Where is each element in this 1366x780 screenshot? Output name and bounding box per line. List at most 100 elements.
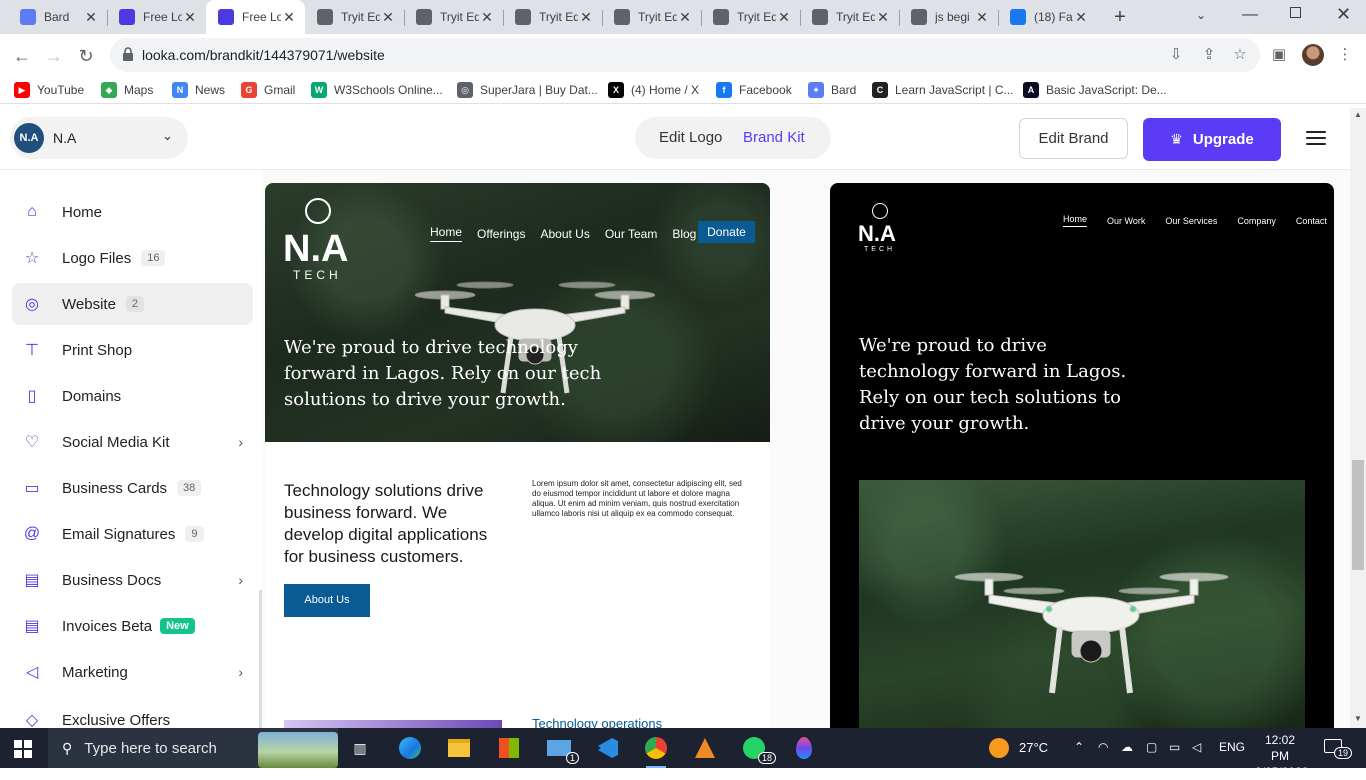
about-us-button[interactable]: About Us <box>284 584 370 617</box>
close-tab-icon[interactable]: ✕ <box>380 9 396 25</box>
browser-tab[interactable]: Tryit Ed ✕ <box>602 0 701 34</box>
bookmark-item[interactable]: N News <box>172 81 225 99</box>
edge-icon[interactable] <box>396 734 424 762</box>
task-view-icon[interactable]: ▥ <box>346 734 374 762</box>
site-nav-item[interactable]: Company <box>1237 216 1276 226</box>
site-nav-item[interactable]: Our Services <box>1165 216 1217 226</box>
browser-tab[interactable]: Free Lo ✕ <box>206 0 305 34</box>
sidebar-item-home[interactable]: ⌂ Home <box>12 191 253 233</box>
volume-icon[interactable]: ◁ <box>1192 740 1201 754</box>
close-tab-icon[interactable]: ✕ <box>578 9 594 25</box>
browser-tab[interactable]: Tryit Ed ✕ <box>800 0 899 34</box>
website-preview-2[interactable]: N.A TECH Home Our Work Our Services Company… <box>830 183 1334 728</box>
browser-tab[interactable]: Tryit Ed ✕ <box>404 0 503 34</box>
close-tab-icon[interactable]: ✕ <box>1073 9 1089 25</box>
store-icon[interactable] <box>495 734 523 762</box>
battery-icon[interactable]: ▭ <box>1169 740 1180 754</box>
browser-tab[interactable]: js begi ✕ <box>899 0 998 34</box>
tab-search-icon[interactable]: ⌄ <box>1196 8 1206 22</box>
close-window-button[interactable]: ✕ <box>1336 4 1351 25</box>
chrome-icon[interactable] <box>642 734 670 768</box>
bookmark-item[interactable]: f Facebook <box>716 81 792 99</box>
browser-tab[interactable]: Tryit Ed ✕ <box>305 0 404 34</box>
sidebar-item-website[interactable]: ◎ Website 2 <box>12 283 253 325</box>
wifi-icon[interactable]: ◠ <box>1098 740 1108 754</box>
sidebar-item-business-docs[interactable]: ▤ Business Docs › <box>12 559 253 601</box>
sidebar-item-domains[interactable]: ▯ Domains <box>12 375 253 417</box>
windows-start-icon[interactable] <box>14 740 32 758</box>
site-nav-item[interactable]: Blog <box>672 227 696 241</box>
nav-brand-kit[interactable]: Brand Kit <box>743 129 805 146</box>
main-scrollbar[interactable]: ▲ ▼ <box>1350 108 1366 728</box>
minimize-button[interactable]: — <box>1242 6 1258 24</box>
sidebar-item-print-shop[interactable]: ⊤ Print Shop <box>12 329 253 371</box>
browser-tab[interactable]: Tryit Ed ✕ <box>503 0 602 34</box>
mail-icon[interactable]: 1 <box>545 734 579 764</box>
close-tab-icon[interactable]: ✕ <box>281 9 297 25</box>
bookmark-item[interactable]: ◎ SuperJara | Buy Dat... <box>457 81 598 99</box>
bookmark-item[interactable]: A Basic JavaScript: De... <box>1023 81 1167 99</box>
bookmark-item[interactable]: C Learn JavaScript | C... <box>872 81 1014 99</box>
scroll-down-icon[interactable]: ▼ <box>1354 714 1362 723</box>
install-app-icon[interactable]: ⇩ <box>1165 44 1187 66</box>
back-button[interactable]: ← <box>8 42 36 70</box>
clock[interactable]: 12:02 PM 8/25/2023 <box>1255 732 1308 780</box>
new-tab-button[interactable]: + <box>1110 7 1130 27</box>
weather-icon[interactable] <box>989 738 1009 758</box>
browser-tab[interactable]: (18) Fa ✕ <box>998 0 1097 34</box>
hamburger-menu-icon[interactable] <box>1306 131 1326 147</box>
close-tab-icon[interactable]: ✕ <box>182 9 198 25</box>
taskbar-search[interactable]: ⚲ Type here to search <box>48 728 338 768</box>
site-nav-item[interactable]: About Us <box>540 227 589 241</box>
close-tab-icon[interactable]: ✕ <box>776 9 792 25</box>
site-nav-item[interactable]: Offerings <box>477 227 525 241</box>
sidebar-item-invoices-beta[interactable]: ▤ Invoices Beta New <box>12 605 253 647</box>
browser-menu-icon[interactable]: ⋮ <box>1334 44 1356 66</box>
sidebar-item-social-media-kit[interactable]: ♡ Social Media Kit › <box>12 421 253 463</box>
site-nav-item[interactable]: Home <box>430 225 463 242</box>
close-tab-icon[interactable]: ✕ <box>677 9 693 25</box>
site-nav-item[interactable]: Contact <box>1296 216 1327 226</box>
browser-tab[interactable]: Tryit Ed ✕ <box>701 0 800 34</box>
site-nav-item[interactable]: Our Team <box>605 227 657 241</box>
bookmark-item[interactable]: ▶ YouTube <box>14 81 84 99</box>
share-icon[interactable]: ⇪ <box>1198 44 1220 66</box>
sidebar-item-marketing[interactable]: ◁ Marketing › <box>12 651 253 693</box>
sidebar-item-logo-files[interactable]: ☆ Logo Files 16 <box>12 237 253 279</box>
nav-edit-logo[interactable]: Edit Logo <box>659 129 722 146</box>
scrollbar-thumb[interactable] <box>1352 460 1364 570</box>
site-nav-item[interactable]: Home <box>1063 214 1088 227</box>
tray-expand-icon[interactable]: ⌃ <box>1074 740 1084 754</box>
bookmark-item[interactable]: ✦ Bard <box>808 81 856 99</box>
address-bar[interactable]: looka.com/brandkit/144379071/website <box>110 38 1260 72</box>
bookmark-star-icon[interactable]: ☆ <box>1229 44 1251 66</box>
donate-button[interactable]: Donate <box>698 221 755 243</box>
sidebar-item-email-signatures[interactable]: @ Email Signatures 9 <box>12 513 253 555</box>
file-explorer-icon[interactable] <box>445 734 473 762</box>
cloud-icon[interactable]: ☁ <box>1121 740 1133 754</box>
brand-selector[interactable]: N.A N.A ⌄ <box>10 117 188 159</box>
close-tab-icon[interactable]: ✕ <box>875 9 891 25</box>
device-icon[interactable]: ▢ <box>1146 740 1157 754</box>
paint-icon[interactable] <box>790 734 818 762</box>
reload-button[interactable]: ↻ <box>72 42 100 70</box>
close-tab-icon[interactable]: ✕ <box>479 9 495 25</box>
profile-avatar[interactable] <box>1302 44 1324 66</box>
vscode-icon[interactable] <box>594 734 622 762</box>
weather-temp[interactable]: 27°C <box>1019 740 1048 755</box>
close-tab-icon[interactable]: ✕ <box>974 9 990 25</box>
browser-tab[interactable]: Free Lo ✕ <box>107 0 206 34</box>
site-nav-item[interactable]: Our Work <box>1107 216 1145 226</box>
bookmark-item[interactable]: W W3Schools Online... <box>311 81 443 99</box>
scroll-up-icon[interactable]: ▲ <box>1354 110 1362 119</box>
vlc-icon[interactable] <box>691 734 719 762</box>
forward-button[interactable]: → <box>40 42 68 70</box>
whatsapp-icon[interactable]: 18 <box>740 734 776 764</box>
bookmark-item[interactable]: ◆ Maps <box>101 81 153 99</box>
sidebar-item-business-cards[interactable]: ▭ Business Cards 38 <box>12 467 253 509</box>
upgrade-button[interactable]: ♛ Upgrade <box>1143 118 1281 161</box>
close-tab-icon[interactable]: ✕ <box>83 9 99 25</box>
website-preview-1[interactable]: N.A TECH Home Offerings About Us Our Team Bl… <box>265 183 770 728</box>
language-indicator[interactable]: ENG <box>1219 740 1245 754</box>
maximize-button[interactable] <box>1290 7 1301 18</box>
